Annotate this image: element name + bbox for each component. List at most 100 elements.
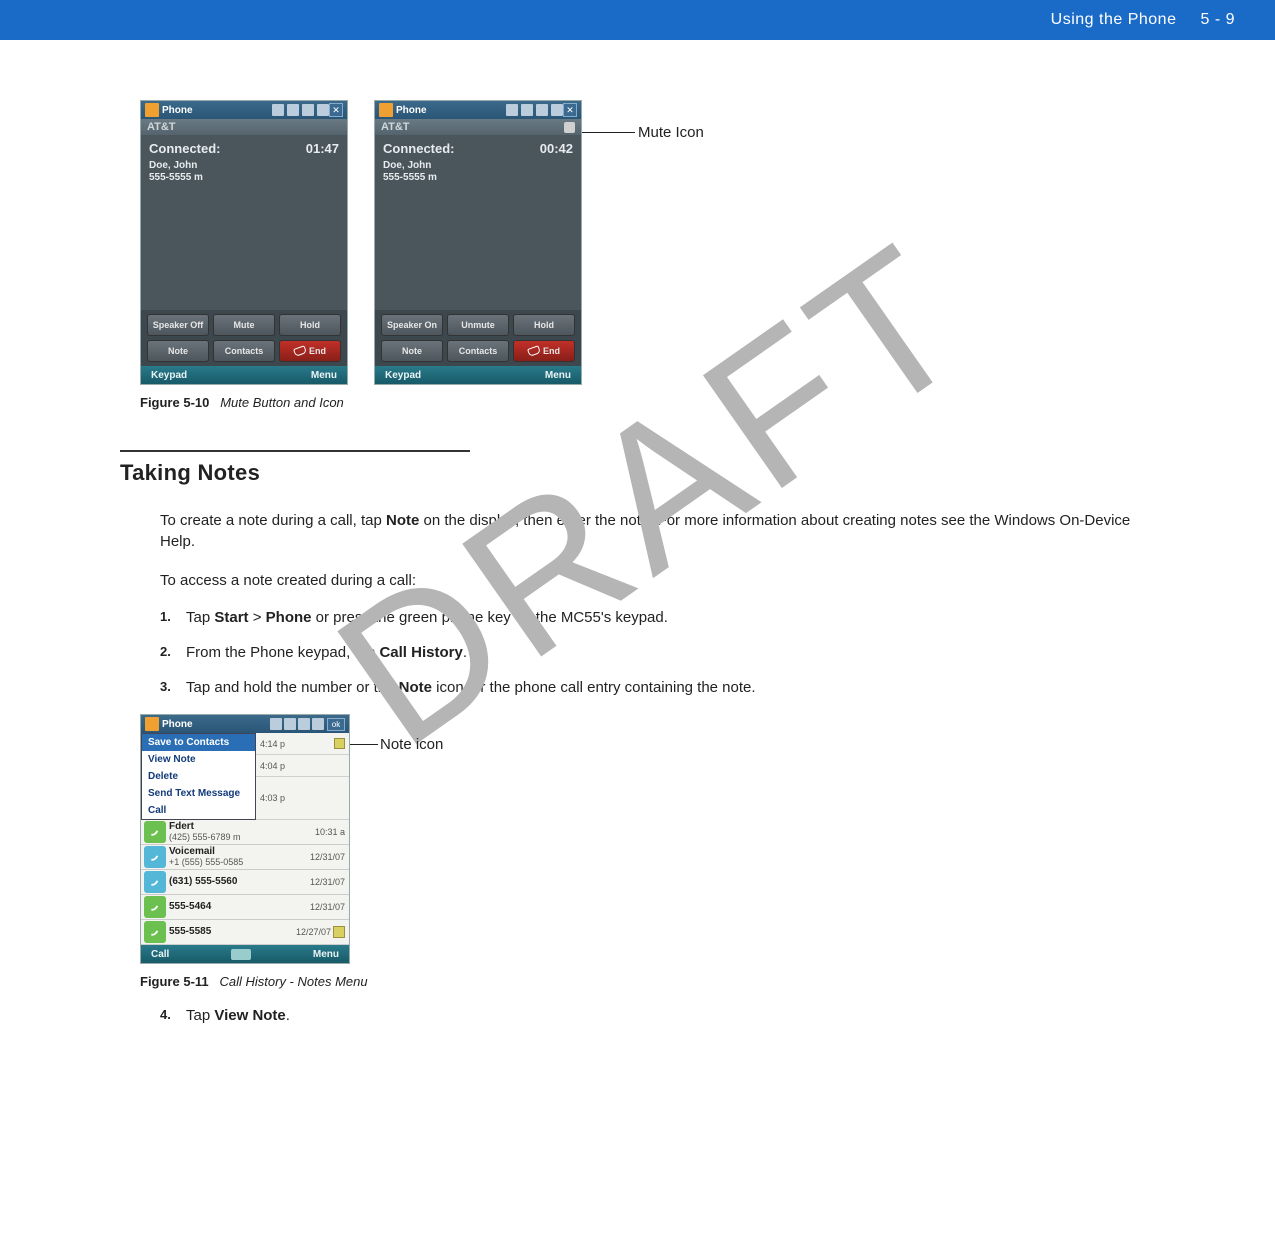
ctx-view-note[interactable]: View Note [142,751,255,768]
history-partial-row: 4:14 p [256,733,349,755]
step-1: 1.Tap Start > Phone or press the green p… [160,609,1155,626]
outgoing-call-icon [144,821,166,843]
history-row[interactable]: (631) 555-5560 12/31/07 [141,870,349,895]
softkey-menu[interactable]: Menu [313,949,339,960]
phone-screenshot-right: Phone ✕ AT&T Connected: 00:42 [374,100,582,385]
heart-icon [272,104,284,116]
unmute-button[interactable]: Unmute [447,314,509,336]
note-icon [334,738,345,749]
carrier-label: AT&T [381,121,410,133]
incoming-call-icon [144,846,166,868]
step-4: 4.Tap View Note. [160,1007,1155,1024]
contacts-button[interactable]: Contacts [213,340,275,362]
step-2: 2.From the Phone keypad, tap Call Histor… [160,644,1155,661]
figure-label: Figure 5-10 [140,395,209,410]
mute-icon [564,122,575,133]
outgoing-call-icon [144,896,166,918]
page-header: Using the Phone 5 - 9 [0,0,1275,40]
end-button[interactable]: End [513,340,575,362]
sync-icon [284,718,296,730]
ctx-call[interactable]: Call [142,802,255,819]
note-button[interactable]: Note [381,340,443,362]
volume-icon [551,104,563,116]
figure-5-11-caption: Figure 5-11 Call History - Notes Menu [140,974,1155,989]
note-icon [333,926,345,938]
volume-icon [312,718,324,730]
window-title: Phone [162,105,272,116]
figure-label: Figure 5-11 [140,974,209,989]
history-row[interactable]: Fdert(425) 555-6789 m 10:31 a [141,820,349,845]
hold-button[interactable]: Hold [279,314,341,336]
call-history-screenshot: Phone ok Save to Contacts View Note Dele… [140,714,350,964]
paragraph-2: To access a note created during a call: [160,570,1155,591]
history-partial-row: 4:04 p [256,755,349,777]
history-row[interactable]: 555-5585 12/27/07 [141,920,349,945]
caller-name: Doe, John [149,160,339,172]
clock-icon [287,104,299,116]
rec-icon [270,718,282,730]
section-rule [120,450,470,452]
keyboard-icon[interactable] [231,949,251,960]
call-timer: 01:47 [306,141,339,156]
mute-button[interactable]: Mute [213,314,275,336]
contacts-button[interactable]: Contacts [447,340,509,362]
hold-button[interactable]: Hold [513,314,575,336]
paragraph-1: To create a note during a call, tap Note… [160,510,1155,552]
signal-icon [302,104,314,116]
callout-line [348,744,378,745]
clock-icon [521,104,533,116]
rec-icon [506,104,518,116]
section-title: Taking Notes [120,460,1155,486]
context-menu: Save to Contacts View Note Delete Send T… [141,733,256,820]
ok-button[interactable]: ok [327,718,345,731]
header-title: Using the Phone [1051,11,1177,29]
incoming-call-icon [144,871,166,893]
carrier-label: AT&T [141,119,347,135]
figure-text: Call History - Notes Menu [219,974,367,989]
close-icon[interactable]: ✕ [329,103,343,117]
history-titlebar: Phone ok [141,715,349,733]
figure-5-10-caption: Figure 5-10 Mute Button and Icon [140,395,1155,410]
softkey-menu[interactable]: Menu [311,370,337,381]
callout-mute-icon: Mute Icon [638,124,704,141]
volume-icon [317,104,329,116]
ctx-send-text[interactable]: Send Text Message [142,785,255,802]
ctx-delete[interactable]: Delete [142,768,255,785]
softkey-call[interactable]: Call [151,949,169,960]
connected-label: Connected: [149,141,221,156]
step-3: 3.Tap and hold the number or the Note ic… [160,679,1155,696]
carrier-bar: AT&T [375,119,581,135]
signal-icon [298,718,310,730]
caller-name: Doe, John [383,160,573,172]
softkey-keypad[interactable]: Keypad [151,370,187,381]
window-title: Phone [162,719,268,730]
connected-label: Connected: [383,141,455,156]
start-icon[interactable] [145,103,159,117]
figure-text: Mute Button and Icon [220,395,344,410]
outgoing-call-icon [144,921,166,943]
callout-note-icon: Note icon [380,736,443,753]
history-partial-row: 4:03 p [256,777,349,820]
end-button[interactable]: End [279,340,341,362]
history-row[interactable]: 555-5464 12/31/07 [141,895,349,920]
phone-screenshot-left: Phone ✕ AT&T Connected: 01:47 Doe, John … [140,100,348,385]
start-icon[interactable] [379,103,393,117]
caller-number: 555-5555 m [383,172,573,184]
softkey-menu[interactable]: Menu [545,370,571,381]
header-page-num: 5 - 9 [1200,11,1235,29]
speaker-button[interactable]: Speaker Off [147,314,209,336]
call-timer: 00:42 [540,141,573,156]
window-title: Phone [396,105,506,116]
history-row[interactable]: Voicemail+1 (555) 555-0585 12/31/07 [141,845,349,870]
phone-titlebar: Phone ✕ [141,101,347,119]
caller-number: 555-5555 m [149,172,339,184]
speaker-button[interactable]: Speaker On [381,314,443,336]
phone-titlebar: Phone ✕ [375,101,581,119]
close-icon[interactable]: ✕ [563,103,577,117]
callout-line [580,132,635,133]
note-button[interactable]: Note [147,340,209,362]
ctx-save-to-contacts[interactable]: Save to Contacts [142,734,255,751]
softkey-keypad[interactable]: Keypad [385,370,421,381]
signal-icon [536,104,548,116]
start-icon[interactable] [145,717,159,731]
